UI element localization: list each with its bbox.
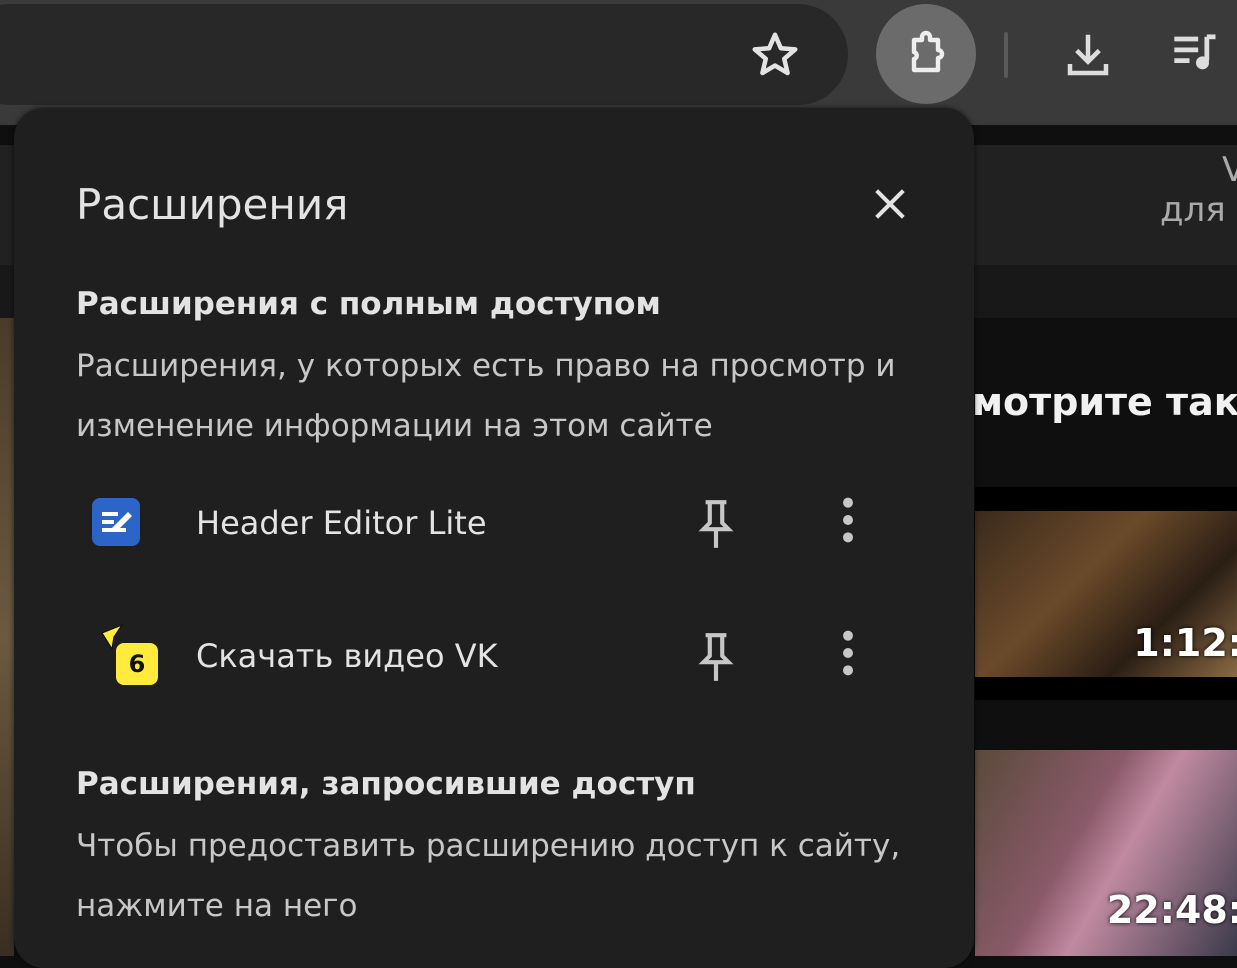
download-icon[interactable]	[1060, 28, 1116, 82]
side-header: Vдля	[1160, 150, 1237, 230]
video-player-edge	[0, 318, 14, 956]
requested-access-description: Чтобы предоставить расширению доступ к с…	[76, 828, 901, 924]
extension-name: Header Editor Lite	[196, 504, 487, 542]
more-options-icon[interactable]	[826, 494, 870, 546]
puzzle-icon	[911, 30, 945, 73]
address-bar[interactable]	[0, 4, 848, 105]
extensions-button[interactable]	[876, 4, 976, 104]
video-duration: 1:12:	[1133, 621, 1237, 665]
extension-name: Скачать видео VK	[196, 637, 498, 675]
vk-download-icon: 6	[100, 623, 162, 689]
toolbar-divider	[1004, 32, 1008, 78]
video-duration: 22:48:	[1106, 888, 1237, 932]
pin-icon[interactable]	[694, 631, 738, 685]
extension-item[interactable]: Header Editor Lite	[76, 480, 906, 570]
see-also-heading: мотрите такж	[972, 380, 1237, 424]
close-icon[interactable]	[870, 184, 910, 224]
media-queue-icon[interactable]	[1170, 30, 1222, 74]
header-editor-icon	[92, 498, 140, 546]
panel-title: Расширения	[76, 180, 349, 229]
full-access-heading: Расширения с полным доступом	[76, 286, 661, 322]
browser-toolbar	[0, 0, 1237, 125]
video-thumbnail[interactable]: 1:12:	[975, 487, 1237, 700]
extension-badge: 6	[116, 643, 158, 685]
requested-access-heading: Расширения, запросившие доступ	[76, 766, 696, 802]
extension-item[interactable]: 6 Скачать видео VK	[76, 613, 906, 703]
pin-icon[interactable]	[694, 498, 738, 552]
extensions-panel: Расширения Расширения с полным доступом …	[14, 108, 974, 968]
full-access-description: Расширения, у которых есть право на прос…	[76, 348, 896, 444]
video-thumbnail[interactable]: 22:48:	[975, 750, 1237, 956]
bookmark-star-icon[interactable]	[748, 28, 802, 82]
more-options-icon[interactable]	[826, 627, 870, 679]
